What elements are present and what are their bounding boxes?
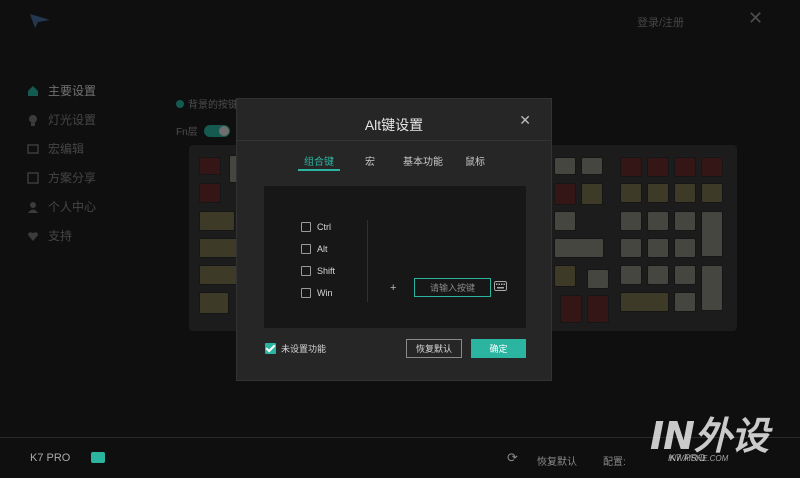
tab-basic-functions[interactable]: 基本功能 — [403, 153, 443, 171]
modifier-ctrl[interactable]: Ctrl — [301, 216, 335, 238]
alt-key-settings-dialog: Alt键设置 ✕ 组合键 宏 基本功能 鼠标 Ctrl Alt Shift Wi… — [236, 98, 552, 381]
modifier-label: Ctrl — [317, 222, 331, 232]
refresh-icon[interactable]: ⟳ — [507, 450, 518, 466]
modifier-label: Win — [317, 288, 333, 298]
checkbox-checked-icon[interactable] — [265, 343, 276, 354]
keyboard-icon[interactable] — [494, 281, 507, 291]
modifier-alt[interactable]: Alt — [301, 238, 335, 260]
close-icon[interactable]: ✕ — [519, 113, 531, 127]
dialog-tabs: 组合键 宏 基本功能 鼠标 — [237, 153, 551, 173]
key-input[interactable] — [414, 278, 491, 297]
restore-default-link[interactable]: 恢复默认 — [537, 453, 577, 468]
watermark-main: IN外设 — [650, 414, 769, 458]
confirm-button[interactable]: 确定 — [471, 339, 526, 358]
modifier-win[interactable]: Win — [301, 282, 335, 304]
combo-key-panel: Ctrl Alt Shift Win + — [264, 186, 526, 328]
checkbox-icon[interactable] — [301, 266, 311, 276]
watermark-logo: IN外设 INWAISHE.COM — [650, 405, 790, 473]
modifier-shift[interactable]: Shift — [301, 260, 335, 282]
dialog-title: Alt键设置 — [364, 117, 424, 133]
dialog-header: Alt键设置 ✕ — [237, 99, 551, 141]
checkbox-icon[interactable] — [301, 222, 311, 232]
config-label: 配置: — [603, 457, 626, 468]
restore-default-button[interactable]: 恢复默认 — [406, 339, 462, 358]
checkbox-icon[interactable] — [301, 288, 311, 298]
unset-function-label: 未设置功能 — [281, 344, 327, 354]
tab-macro[interactable]: 宏 — [365, 153, 375, 171]
tab-combo-key[interactable]: 组合键 — [298, 153, 340, 171]
divider — [367, 220, 368, 302]
modifier-list: Ctrl Alt Shift Win — [301, 216, 335, 304]
watermark-sub: INWAISHE.COM — [668, 454, 729, 463]
modifier-label: Shift — [317, 266, 336, 276]
keyboard-device-icon[interactable] — [91, 452, 105, 463]
device-model: K7 PRO — [30, 452, 71, 464]
unset-function-option[interactable]: 未设置功能 — [265, 342, 326, 355]
modifier-label: Alt — [317, 244, 328, 254]
tab-mouse[interactable]: 鼠标 — [465, 153, 485, 171]
checkbox-icon[interactable] — [301, 244, 311, 254]
plus-icon: + — [390, 282, 397, 294]
